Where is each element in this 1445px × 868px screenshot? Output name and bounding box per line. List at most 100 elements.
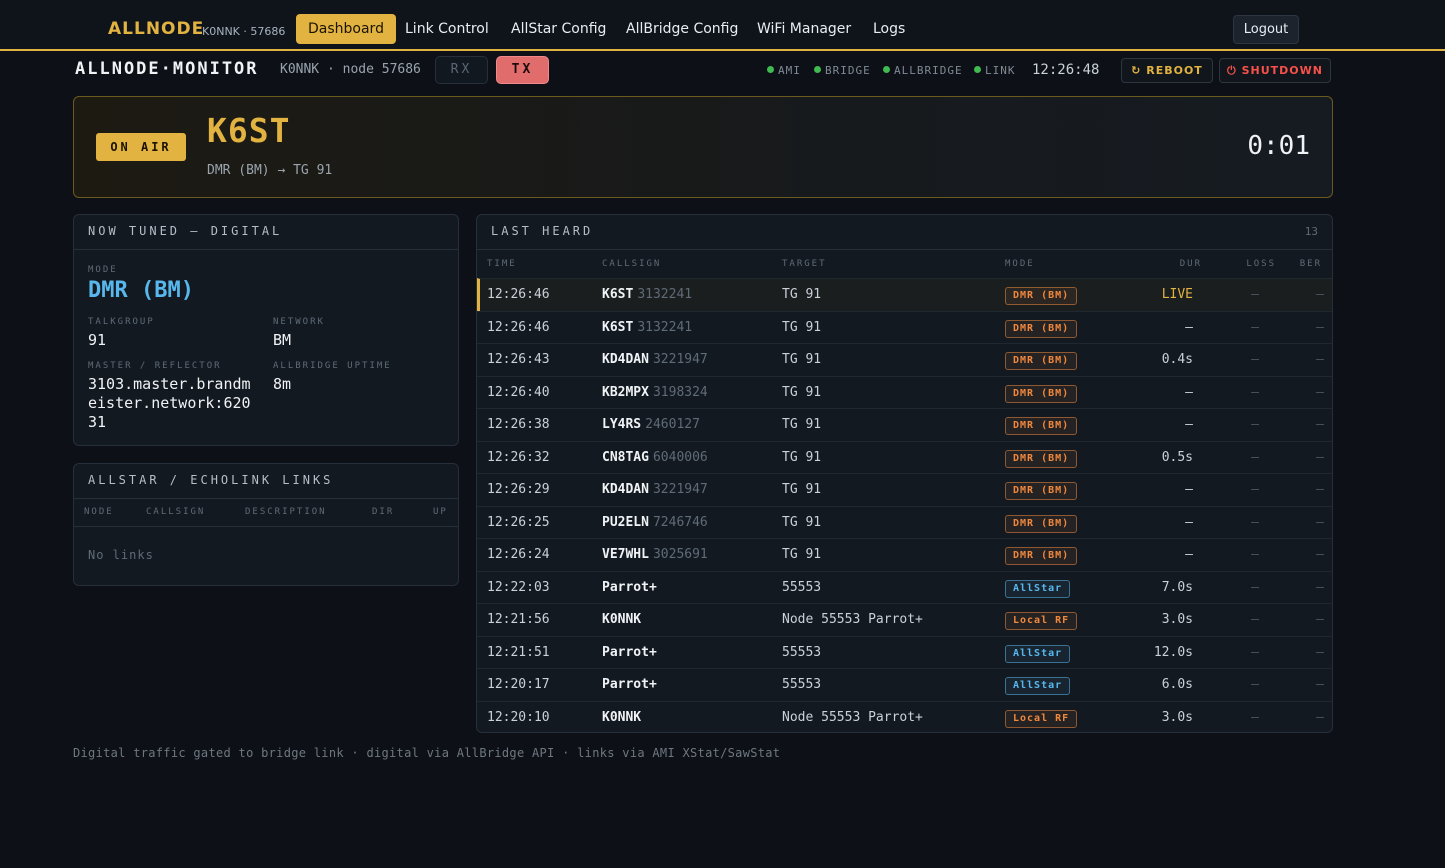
row-duration: — (1185, 547, 1193, 562)
master-value: 3103.master.brandmeister.network:62031 (88, 375, 251, 431)
row-mode: AllStar (1005, 677, 1071, 695)
row-mode: AllStar (1005, 644, 1071, 663)
header-callsign: CALLSIGN (602, 259, 662, 269)
row-mode: DMR (BM) (1005, 449, 1078, 468)
row-loss: — (1251, 514, 1259, 530)
row-time: 12:22:03 (487, 579, 550, 595)
row-mode: DMR (BM) (1005, 547, 1078, 565)
mode-badge: AllStar (1005, 644, 1071, 663)
brand-logo: ALLNODE (108, 19, 205, 39)
row-ber: — (1316, 384, 1324, 400)
now-tuned-title: NOW TUNED — DIGITAL (88, 224, 283, 238)
mode-badge: DMR (BM) (1005, 384, 1078, 403)
row-duration: 3.0s (1161, 709, 1193, 725)
row-loss: — (1251, 709, 1259, 725)
row-duration: 0.5s (1161, 449, 1193, 465)
links-title: ALLSTAR / ECHOLINK LINKS (88, 473, 334, 487)
status-dot-icon (974, 66, 981, 73)
row-mode: DMR (BM) (1005, 352, 1078, 370)
status-dot-icon (767, 66, 774, 73)
row-duration: — (1185, 417, 1193, 432)
row-loss: — (1251, 677, 1259, 692)
header-mode: MODE (1005, 259, 1035, 269)
links-header-callsign: CALLSIGN (146, 507, 206, 517)
rx-button[interactable]: RX (435, 56, 488, 84)
table-row: 12:26:24 VE7WHL 3025691 TG 91 DMR (BM) — — — (477, 538, 1332, 571)
divider (74, 526, 458, 527)
row-callsign: K6ST 3132241 (602, 287, 692, 302)
row-radio-id: 6040006 (652, 449, 708, 465)
last-heard-panel: LAST HEARD 13 TIME CALLSIGN TARGET MODE … (476, 214, 1333, 733)
row-duration: — (1185, 514, 1193, 530)
network-value: BM (273, 331, 292, 349)
shutdown-button[interactable]: ⏻ SHUTDOWN (1219, 58, 1331, 83)
row-mode: AllStar (1005, 579, 1071, 598)
tx-button[interactable]: TX (496, 56, 549, 84)
row-time: 12:26:46 (487, 319, 550, 335)
row-ber: — (1316, 319, 1324, 335)
row-callsign: CN8TAG 6040006 (602, 450, 708, 465)
row-callsign: Parrot+ (602, 645, 657, 660)
refresh-icon: ↻ (1131, 64, 1142, 77)
row-radio-id: 3132241 (637, 319, 693, 335)
mode-value: DMR (BM) (88, 278, 194, 303)
row-target: Node 55553 Parrot+ (782, 612, 923, 627)
monitor-subtitle: K0NNK · node 57686 (280, 62, 421, 77)
talkgroup-label: TALKGROUP (88, 317, 155, 327)
row-time: 12:20:10 (487, 709, 550, 725)
row-callsign-text: PU2ELN (602, 514, 649, 530)
row-callsign-text: K6ST (602, 319, 634, 335)
links-header-up: UP (433, 507, 448, 517)
row-ber: — (1316, 449, 1324, 465)
row-callsign: K6ST 3132241 (602, 320, 692, 335)
mode-badge: DMR (BM) (1005, 547, 1078, 565)
row-ber: — (1316, 677, 1324, 692)
row-callsign-text: KD4DAN (602, 482, 649, 497)
nav-allbridge-config[interactable]: AllBridge Config (614, 14, 750, 44)
mode-badge: DMR (BM) (1005, 319, 1078, 338)
row-loss: — (1251, 319, 1259, 335)
row-loss: — (1251, 579, 1259, 595)
row-mode: Local RF (1005, 612, 1078, 630)
nav-logs[interactable]: Logs (861, 14, 917, 44)
row-loss: — (1251, 384, 1259, 400)
table-row: 12:22:03 Parrot+ 55553 AllStar 7.0s — — (477, 570, 1332, 604)
row-callsign: PU2ELN 7246746 (602, 515, 708, 530)
row-time: 12:26:46 (487, 287, 550, 302)
row-time: 12:20:17 (487, 677, 550, 692)
row-mode: DMR (BM) (1005, 514, 1078, 533)
nav-dashboard[interactable]: Dashboard (296, 14, 396, 44)
row-callsign-text: VE7WHL (602, 547, 649, 562)
row-target: TG 91 (782, 319, 822, 335)
table-row: 12:26:32 CN8TAG 6040006 TG 91 DMR (BM) 0.5s — — (477, 440, 1332, 474)
row-duration: 0.4s (1161, 352, 1193, 367)
nav-link-control[interactable]: Link Control (393, 14, 501, 44)
row-ber: — (1316, 612, 1324, 627)
logout-button[interactable]: Logout (1233, 15, 1299, 44)
mode-badge: Local RF (1005, 612, 1078, 630)
row-duration: — (1185, 482, 1193, 497)
row-callsign-text: CN8TAG (602, 449, 649, 465)
nav-allstar-config[interactable]: AllStar Config (499, 14, 618, 44)
row-callsign-text: Parrot+ (602, 644, 657, 660)
row-target: TG 91 (782, 287, 822, 302)
table-row: 12:26:46 K6ST 3132241 TG 91 DMR (BM) — — — (477, 310, 1332, 344)
links-header-dir: DIR (372, 507, 395, 517)
mode-badge: DMR (BM) (1005, 417, 1078, 435)
row-radio-id: 3025691 (652, 547, 708, 562)
row-callsign: LY4RS 2460127 (602, 417, 700, 432)
status-dot-icon (883, 66, 890, 73)
monitor-title: ALLNODE·MONITOR (75, 59, 259, 79)
row-ber: — (1316, 352, 1324, 367)
status-bridge: BRIDGE (814, 64, 871, 77)
reboot-button[interactable]: ↻ REBOOT (1121, 58, 1213, 83)
no-links-message: No links (88, 548, 154, 562)
status-allbridge: ALLBRIDGE (883, 64, 963, 77)
row-time: 12:21:56 (487, 612, 550, 627)
header-loss: LOSS (1246, 259, 1276, 269)
nav-wifi-manager[interactable]: WiFi Manager (745, 14, 863, 44)
row-callsign-text: KD4DAN (602, 352, 649, 367)
row-duration: 6.0s (1161, 677, 1193, 692)
network-label: NETWORK (273, 317, 325, 327)
row-target: TG 91 (782, 449, 822, 465)
